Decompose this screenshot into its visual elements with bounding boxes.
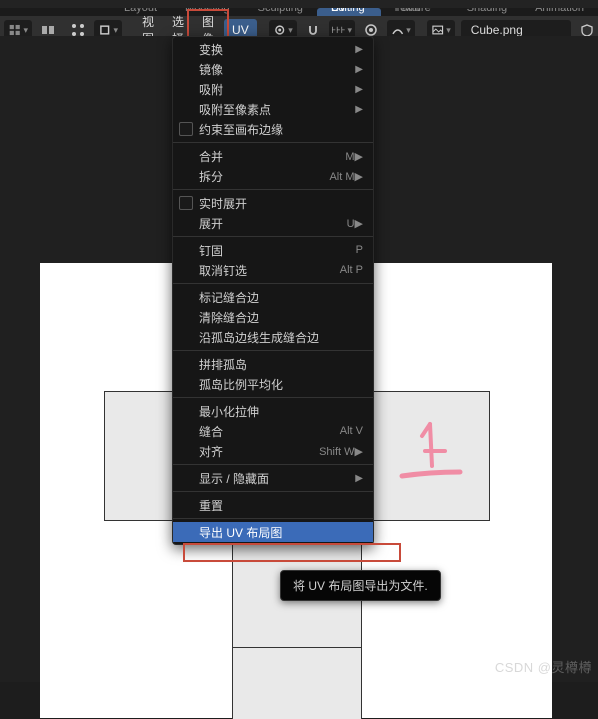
menu-transform[interactable]: 变换 ▶ xyxy=(173,39,373,59)
separator xyxy=(173,350,373,351)
shortcut: U▶ xyxy=(347,217,363,230)
separator xyxy=(173,518,373,519)
menu-split[interactable]: 拆分 Alt M▶ xyxy=(173,166,373,186)
menu-snap[interactable]: 吸附 ▶ xyxy=(173,79,373,99)
menu-minimize-stretch[interactable]: 最小化拉伸 xyxy=(173,401,373,421)
label: 重置 xyxy=(199,497,223,514)
menu-export-uv-layout[interactable]: 导出 UV 布局图 xyxy=(173,522,373,542)
tab-animation[interactable]: Animation xyxy=(521,8,598,16)
uv-menu-dropdown: 变换 ▶ 镜像 ▶ 吸附 ▶ 吸附至像素点 ▶ 约束至画布边缘 合并 M▶ 拆分 Alt M… xyxy=(172,36,374,545)
shortcut: Alt M▶ xyxy=(329,170,363,183)
separator xyxy=(173,142,373,143)
label: 实时展开 xyxy=(199,195,247,212)
menu-unpin[interactable]: 取消钉选 Alt P xyxy=(173,260,373,280)
submenu-arrow-icon: ▶ xyxy=(355,84,363,95)
menu-mirror[interactable]: 镜像 ▶ xyxy=(173,59,373,79)
workspace-tabs: Layout Modeling Sculpting UV Editing Tex… xyxy=(0,8,598,16)
shortcut: Alt V xyxy=(340,425,363,437)
tab-uv-editing[interactable]: UV Editing xyxy=(317,8,381,16)
shortcut: Shift W▶ xyxy=(319,445,363,458)
label: 吸附至像素点 xyxy=(199,101,271,118)
menu-live-unwrap[interactable]: 实时展开 xyxy=(173,193,373,213)
label: 合并 xyxy=(199,148,223,165)
shortcut: Alt P xyxy=(340,264,363,276)
menu-stitch[interactable]: 缝合 Alt V xyxy=(173,421,373,441)
label: 缝合 xyxy=(199,423,223,440)
tab-shading[interactable]: Shading xyxy=(453,8,521,16)
menu-merge[interactable]: 合并 M▶ xyxy=(173,146,373,166)
menu-show-hide[interactable]: 显示 / 隐藏面 ▶ xyxy=(173,468,373,488)
label: 标记缝合边 xyxy=(199,289,259,306)
label: 吸附 xyxy=(199,81,223,98)
label: 钉固 xyxy=(199,242,223,259)
label: 拼排孤岛 xyxy=(199,356,247,373)
separator xyxy=(173,464,373,465)
menu-unwrap[interactable]: 展开 U▶ xyxy=(173,213,373,233)
separator xyxy=(173,189,373,190)
shortcut: P xyxy=(356,244,363,256)
label: 镜像 xyxy=(199,61,223,78)
tab-layout[interactable]: Layout xyxy=(110,8,171,16)
menu-constrain-bounds[interactable]: 约束至画布边缘 xyxy=(173,119,373,139)
menu-align[interactable]: 对齐 Shift W▶ xyxy=(173,441,373,461)
top-icon-strip xyxy=(0,0,598,8)
separator xyxy=(173,236,373,237)
tab-texture-paint[interactable]: Texture Paint xyxy=(381,8,453,16)
menu-reset[interactable]: 重置 xyxy=(173,495,373,515)
menu-pin[interactable]: 钉固 P xyxy=(173,240,373,260)
menu-mark-seam[interactable]: 标记缝合边 xyxy=(173,287,373,307)
menu-seams-from-islands[interactable]: 沿孤岛边线生成缝合边 xyxy=(173,327,373,347)
menu-average-scale[interactable]: 孤岛比例平均化 xyxy=(173,374,373,394)
label: 导出 UV 布局图 xyxy=(199,524,282,541)
submenu-arrow-icon: ▶ xyxy=(355,473,363,484)
label: 对齐 xyxy=(199,443,223,460)
menu-clear-seam[interactable]: 清除缝合边 xyxy=(173,307,373,327)
separator xyxy=(173,397,373,398)
label: 孤岛比例平均化 xyxy=(199,376,283,393)
label: 展开 xyxy=(199,215,223,232)
label: 最小化拉伸 xyxy=(199,403,259,420)
checkbox-icon xyxy=(179,196,193,210)
label: 约束至画布边缘 xyxy=(199,121,283,138)
submenu-arrow-icon: ▶ xyxy=(355,44,363,55)
label: 取消钉选 xyxy=(199,262,247,279)
tab-sculpting[interactable]: Sculpting xyxy=(244,8,317,16)
label: 变换 xyxy=(199,41,223,58)
label: 沿孤岛边线生成缝合边 xyxy=(199,329,319,346)
separator xyxy=(173,491,373,492)
checkbox-icon xyxy=(179,122,193,136)
uv-face[interactable] xyxy=(232,647,362,719)
watermark: CSDN @灵樽樽 xyxy=(495,657,592,676)
label: 拆分 xyxy=(199,168,223,185)
menu-pack-islands[interactable]: 拼排孤岛 xyxy=(173,354,373,374)
submenu-arrow-icon: ▶ xyxy=(355,64,363,75)
tooltip-export-uv: 将 UV 布局图导出为文件. xyxy=(280,570,441,601)
label: 清除缝合边 xyxy=(199,309,259,326)
submenu-arrow-icon: ▶ xyxy=(355,104,363,115)
label: 显示 / 隐藏面 xyxy=(199,470,269,487)
menu-snap-pixels[interactable]: 吸附至像素点 ▶ xyxy=(173,99,373,119)
shortcut: M▶ xyxy=(345,150,363,163)
separator xyxy=(173,283,373,284)
